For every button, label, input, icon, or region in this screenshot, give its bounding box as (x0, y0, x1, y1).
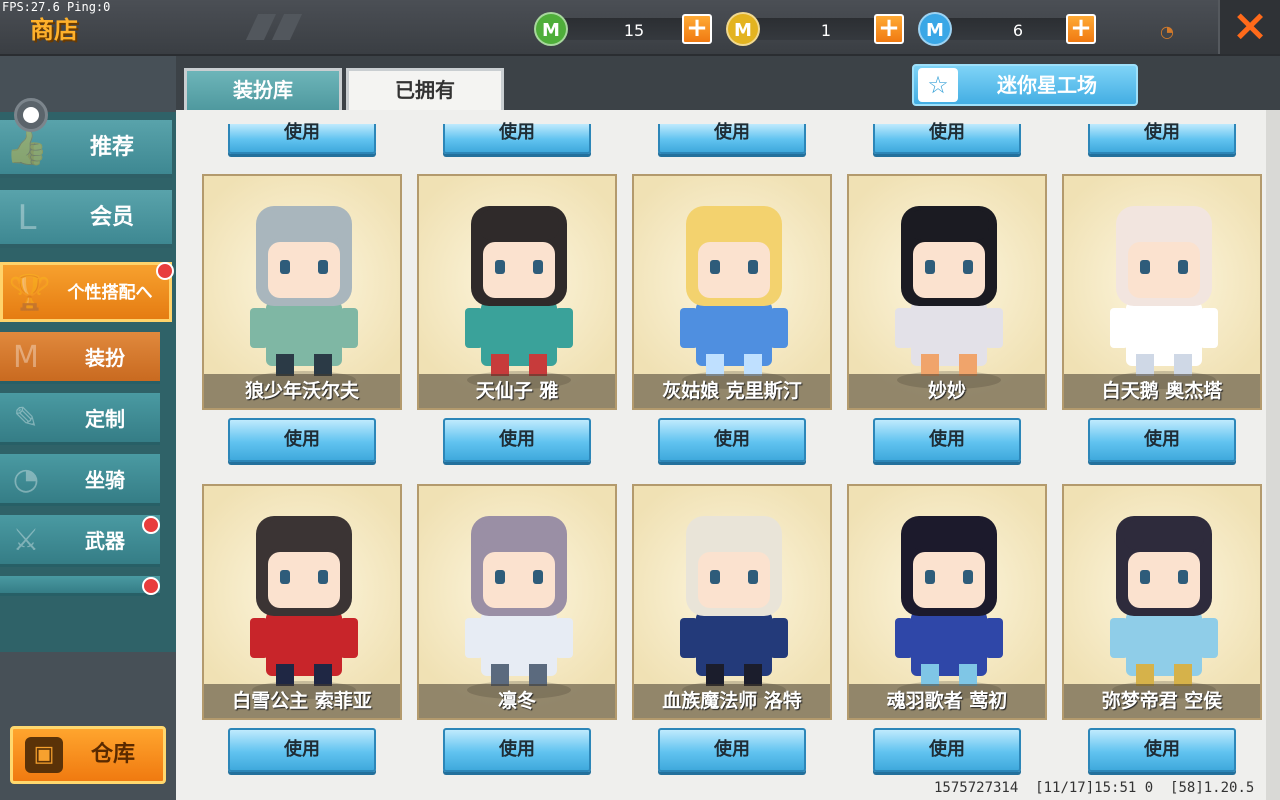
use-button[interactable]: 使用 (443, 728, 591, 772)
build-info: 1575727314 [11/17]15:51 0 [58]1.20.5 (934, 780, 1254, 796)
skin-card[interactable]: 白天鹅 奥杰塔 (1062, 174, 1262, 410)
warehouse-button[interactable]: ▣ 仓库 (10, 726, 166, 784)
scrollbar[interactable] (1266, 110, 1280, 800)
weapon-icon: ⚔ (12, 523, 40, 558)
skin-name: 妙妙 (849, 374, 1045, 408)
sidebar-subitem-label: 坐骑 (85, 468, 125, 492)
use-button[interactable]: 使用 (658, 728, 806, 772)
gold-coin-amount: 1 (820, 21, 832, 40)
trophy-icon: 🏆 (8, 273, 52, 313)
use-button[interactable]: 使用 (228, 728, 376, 772)
use-button[interactable]: 使用 (873, 418, 1021, 462)
skin-card[interactable]: 狼少年沃尔夫 (202, 174, 402, 410)
sidebar-subitem-mount[interactable]: ◔ 坐骑 (0, 454, 160, 506)
notification-dot (156, 262, 174, 280)
close-icon: × (1231, 0, 1269, 51)
mini-coin-icon: M (918, 12, 952, 46)
skin-card[interactable]: 凛冬 (417, 484, 617, 720)
sidebar-subitem-dressup[interactable]: M 装扮 (0, 332, 160, 384)
skin-name: 灰姑娘 克里斯汀 (634, 374, 830, 408)
top-bar: FPS:27.6 Ping:0 商店 M 15 + M 1 + M 6 + ◔ … (0, 0, 1280, 56)
saddle-icon: ◔ (12, 462, 40, 497)
sidebar-subitem-partial[interactable] (0, 576, 160, 596)
sidebar-item-member[interactable]: L 会员 (0, 190, 172, 248)
use-button[interactable]: 使用 (1088, 124, 1236, 154)
skin-name: 白天鹅 奥杰塔 (1064, 374, 1260, 408)
toggle-knob[interactable] (14, 98, 48, 132)
network-signal-icon: ◔ (1160, 22, 1174, 41)
add-gold-coin-button[interactable]: + (874, 14, 904, 44)
tab-catalog[interactable]: 装扮库 (184, 68, 342, 110)
server-time: [11/17]15:51 0 (1035, 780, 1154, 796)
use-button[interactable]: 使用 (658, 418, 806, 462)
skin-card[interactable]: 血族魔法师 洛特 (632, 484, 832, 720)
skin-card[interactable]: 天仙子 雅 (417, 174, 617, 410)
warehouse-label: 仓库 (90, 742, 135, 767)
workshop-button[interactable]: ☆ 迷你星工场 (912, 64, 1138, 106)
currency-green-gem: M 15 + (534, 12, 724, 46)
account-id: 1575727314 (934, 780, 1019, 796)
pencil-icon: ✎ (13, 401, 39, 436)
sidebar-subitem-custom[interactable]: ✎ 定制 (0, 393, 160, 445)
use-button[interactable]: 使用 (873, 728, 1021, 772)
green-gem-icon: M (534, 12, 568, 46)
skin-card[interactable]: 妙妙 (847, 174, 1047, 410)
skin-name: 凛冬 (419, 684, 615, 718)
currency-mini-coin: M 6 + (918, 12, 1108, 46)
use-button[interactable]: 使用 (443, 418, 591, 462)
mini-coin-amount: 6 (1012, 21, 1024, 40)
skin-name: 狼少年沃尔夫 (204, 374, 400, 408)
sidebar-item-style[interactable]: 🏆 个性搭配へ (0, 262, 172, 322)
use-button[interactable]: 使用 (1088, 728, 1236, 772)
skin-name: 白雪公主 索菲亚 (204, 684, 400, 718)
notification-dot (142, 577, 160, 595)
gold-coin-icon: M (726, 12, 760, 46)
workshop-label: 迷你星工场 (997, 73, 1097, 97)
sidebar-subitem-label: 武器 (85, 529, 125, 553)
use-button[interactable]: 使用 (873, 124, 1021, 154)
sidebar-item-label: 个性搭配へ (67, 283, 153, 303)
member-icon: L (17, 198, 37, 238)
use-button[interactable]: 使用 (228, 124, 376, 154)
skin-card[interactable]: 弥梦帝君 空侯 (1062, 484, 1262, 720)
star-icon: ☆ (918, 68, 958, 102)
skin-name: 魂羽歌者 莺初 (849, 684, 1045, 718)
close-button[interactable]: × (1218, 0, 1280, 54)
skin-card[interactable]: 魂羽歌者 莺初 (847, 484, 1047, 720)
skin-name: 血族魔法师 洛特 (634, 684, 830, 718)
skin-name: 弥梦帝君 空侯 (1064, 684, 1260, 718)
sidebar-subitem-label: 装扮 (85, 346, 125, 370)
use-button[interactable]: 使用 (658, 124, 806, 154)
tab-owned[interactable]: 已拥有 (346, 68, 504, 110)
decor-stripe (271, 14, 303, 40)
use-button[interactable]: 使用 (443, 124, 591, 154)
use-button[interactable]: 使用 (1088, 418, 1236, 462)
sidebar-item-label: 推荐 (89, 135, 134, 160)
green-gem-amount: 15 (623, 21, 645, 40)
skin-name: 天仙子 雅 (419, 374, 615, 408)
add-green-gem-button[interactable]: + (682, 14, 712, 44)
sidebar-subitem-weapon[interactable]: ⚔ 武器 (0, 515, 160, 567)
notification-dot (142, 516, 160, 534)
page-title: 商店 (30, 16, 78, 44)
version: [58]1.20.5 (1170, 780, 1255, 796)
skin-card[interactable]: 灰姑娘 克里斯汀 (632, 174, 832, 410)
add-mini-coin-button[interactable]: + (1066, 14, 1096, 44)
sidebar-item-label: 会员 (89, 205, 134, 230)
chest-icon: ▣ (25, 737, 63, 773)
shirt-icon: M (13, 340, 39, 375)
thumbs-up-icon: 👍 (5, 128, 49, 168)
sidebar-subitem-label: 定制 (85, 407, 125, 431)
use-button[interactable]: 使用 (228, 418, 376, 462)
decor-stripe (245, 14, 277, 40)
currency-gold-coin: M 1 + (726, 12, 916, 46)
skin-card[interactable]: 白雪公主 索菲亚 (202, 484, 402, 720)
